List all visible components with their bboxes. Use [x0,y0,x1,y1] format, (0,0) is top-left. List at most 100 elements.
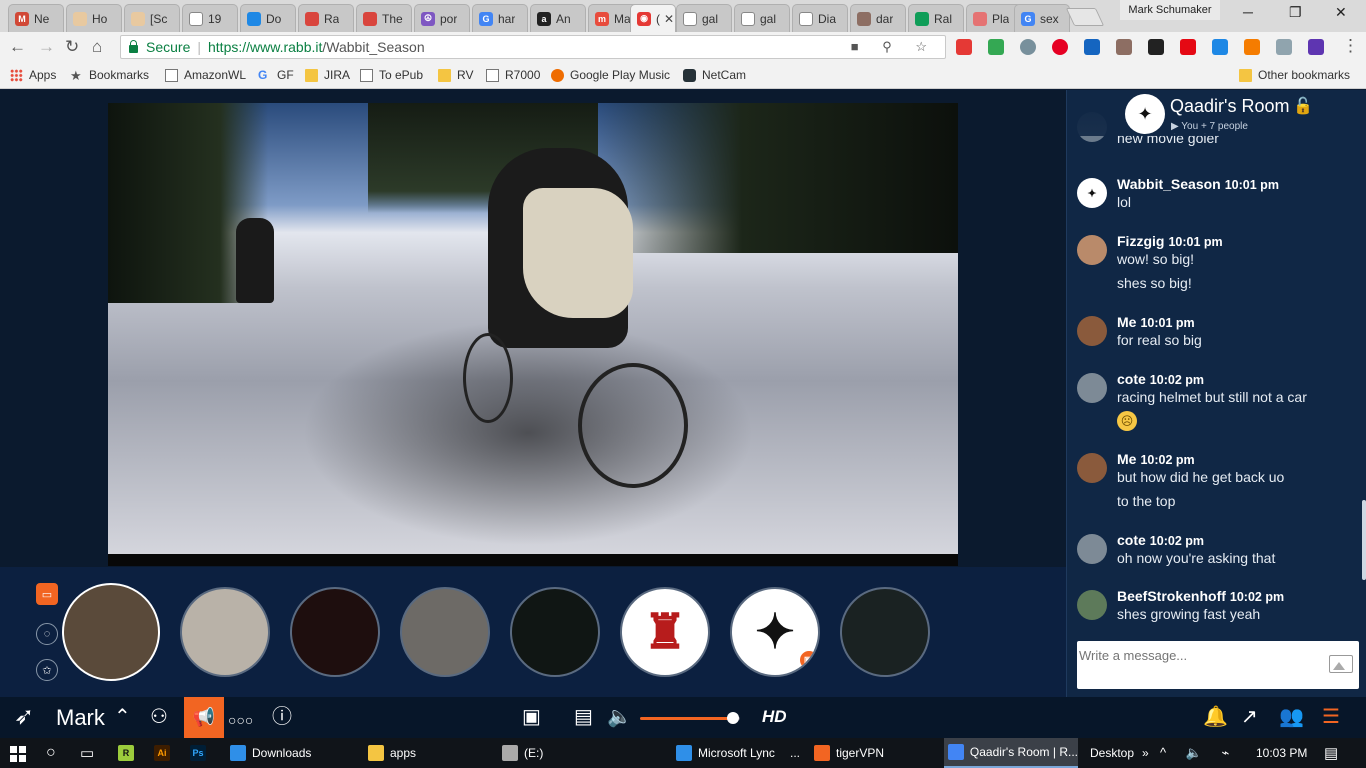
user-name[interactable]: Mark [56,705,105,731]
rabbit-logo-icon[interactable]: ➶ [14,705,34,729]
chat-author[interactable]: Me 10:02 pm [1117,451,1195,467]
hd-quality-toggle[interactable]: HD [762,707,787,727]
chat-avatar[interactable] [1077,534,1107,564]
extension-toolbox-icon[interactable] [1116,39,1132,55]
bookmark-item[interactable]: To ePub [360,68,423,82]
trending-icon[interactable]: ↗ [1241,705,1258,729]
chat-avatar[interactable]: ✦ [1077,178,1107,208]
chat-author[interactable]: cote 10:02 pm [1117,371,1204,387]
browser-tab[interactable]: ◉ (✕ [630,4,676,32]
taskbar-window-button[interactable]: (E:) [498,738,628,768]
chat-avatar[interactable] [1077,316,1107,346]
participant-avatar[interactable] [290,587,380,677]
browser-tab[interactable]: a An [530,4,586,32]
profile-button[interactable]: Mark Schumaker [1120,0,1220,20]
remote-icon[interactable]: ▤ [574,705,593,729]
video-player[interactable] [108,103,958,566]
forward-icon[interactable]: → [38,37,55,57]
bookmark-item[interactable]: Google Play Music [551,68,670,82]
participant-avatar[interactable] [840,587,930,677]
more-options-icon[interactable]: ○○○ [228,708,253,732]
chat-author[interactable]: Me 10:01 pm [1117,314,1195,330]
image-upload-icon[interactable] [1329,655,1353,673]
bookmark-item[interactable]: NetCam [683,68,746,82]
participant-avatar[interactable] [62,583,160,681]
clock[interactable]: 10:03 PM [1256,738,1307,768]
windows-start-icon[interactable] [10,746,26,762]
browser-tab[interactable]: gal [676,4,732,32]
extension-pinterest-icon[interactable] [1052,39,1068,55]
bookmark-item[interactable]: JIRA [305,68,350,82]
action-center-icon[interactable]: ▤ [1324,738,1338,768]
chat-scrollbar[interactable] [1362,500,1366,580]
omnibox-action-icons[interactable]: ■ ⚲ ☆ [851,39,937,55]
new-tab-button[interactable] [1065,8,1105,26]
browser-tab[interactable]: Ho [66,4,122,32]
chevron-up-icon[interactable]: ⌃ [114,705,131,729]
browser-tab[interactable]: The [356,4,412,32]
browser-tab[interactable]: dar [850,4,906,32]
participant-avatar[interactable] [510,587,600,677]
chat-avatar[interactable] [1077,235,1107,265]
chat-avatar[interactable] [1077,453,1107,483]
bookmark-item[interactable]: RV [438,68,473,82]
chat-author[interactable]: BeefStrokenhoff 10:02 pm [1117,588,1284,604]
extension-netflix-icon[interactable] [1180,39,1196,55]
unlock-icon[interactable]: 🔓 [1293,96,1313,116]
bookmark-item[interactable]: G GF [258,68,294,82]
search-circle-icon[interactable]: ○ [46,738,56,768]
browser-tab[interactable]: Ra [298,4,354,32]
browser-tab[interactable]: Ral [908,4,964,32]
extension-purple-icon[interactable] [1308,39,1324,55]
extension-opera-icon[interactable] [956,39,972,55]
reload-icon[interactable]: ↻ [65,37,79,57]
chat-toggle-icon[interactable]: ☰ [1322,705,1340,729]
extension-plane-icon[interactable] [1244,39,1260,55]
back-icon[interactable]: ← [9,37,26,57]
taskbar-pin-photoshop[interactable]: Ps [190,738,212,768]
chat-avatar[interactable] [1077,590,1107,620]
chat-author[interactable]: Fizzgig 10:01 pm [1117,233,1223,249]
browser-tab[interactable]: [Sc [124,4,180,32]
volume-slider-track[interactable] [640,717,740,720]
taskbar-window-button[interactable]: Qaadir's Room | R... [944,738,1078,768]
address-bar[interactable]: Secure | https://www.rabb.it/Wabbit_Seas… [120,35,946,59]
browser-tab[interactable]: Gsex [1014,4,1070,32]
bookmark-item[interactable]: Apps [10,68,56,82]
cast-icon[interactable] [1276,39,1292,55]
chat-author[interactable]: Wabbit_Season 10:01 pm [1117,176,1279,192]
chrome-menu-icon[interactable]: ⋮ [1342,36,1359,56]
camera-toggle-icon[interactable]: ▭ [36,583,58,605]
room-avatar[interactable]: ✦ [1125,94,1165,134]
participant-avatar[interactable]: ♜ [620,587,710,677]
browser-tab[interactable]: Dia [792,4,848,32]
taskbar-window-button[interactable]: apps [364,738,492,768]
desktop-toolbar[interactable]: Desktop » [1090,738,1149,768]
taskbar-window-button[interactable]: Downloads [226,738,354,768]
system-tray-icons[interactable]: ^ 🔈 ⌁ [1160,738,1237,768]
taskbar-window-button[interactable]: tigerVPN [810,738,934,768]
bookmark-item[interactable]: AmazonWL [165,68,246,82]
browser-tab[interactable]: Do [240,4,296,32]
tab-close-icon[interactable]: ✕ [664,12,674,26]
message-input[interactable] [1079,645,1319,665]
screen-share-icon[interactable]: ▣ [522,705,541,729]
taskbar-window-button[interactable]: ... [786,738,806,768]
megaphone-button[interactable]: 📢 [184,697,224,738]
task-view-icon[interactable]: ▭ [80,738,94,768]
close-window-icon[interactable]: ✕ [1335,4,1347,21]
help-icon[interactable]: ⓘ [272,705,292,729]
other-bookmarks[interactable]: Other bookmarks [1239,68,1350,82]
mic-toggle-icon[interactable]: ◌ [36,623,58,645]
taskbar-window-button[interactable]: Microsoft Lync [672,738,782,768]
browser-tab[interactable]: 19 [182,4,238,32]
browser-tab[interactable]: ☮ por [414,4,470,32]
add-user-icon[interactable]: ⚇ [150,705,168,729]
extension-k-icon[interactable] [1148,39,1164,55]
volume-slider-knob[interactable] [727,712,739,724]
browser-tab[interactable]: gal [734,4,790,32]
friends-icon[interactable]: 👥 [1279,705,1304,729]
participant-avatar[interactable] [180,587,270,677]
bookmark-item[interactable]: ★ Bookmarks [70,68,149,82]
effects-star-icon[interactable]: ✩ [36,659,58,681]
